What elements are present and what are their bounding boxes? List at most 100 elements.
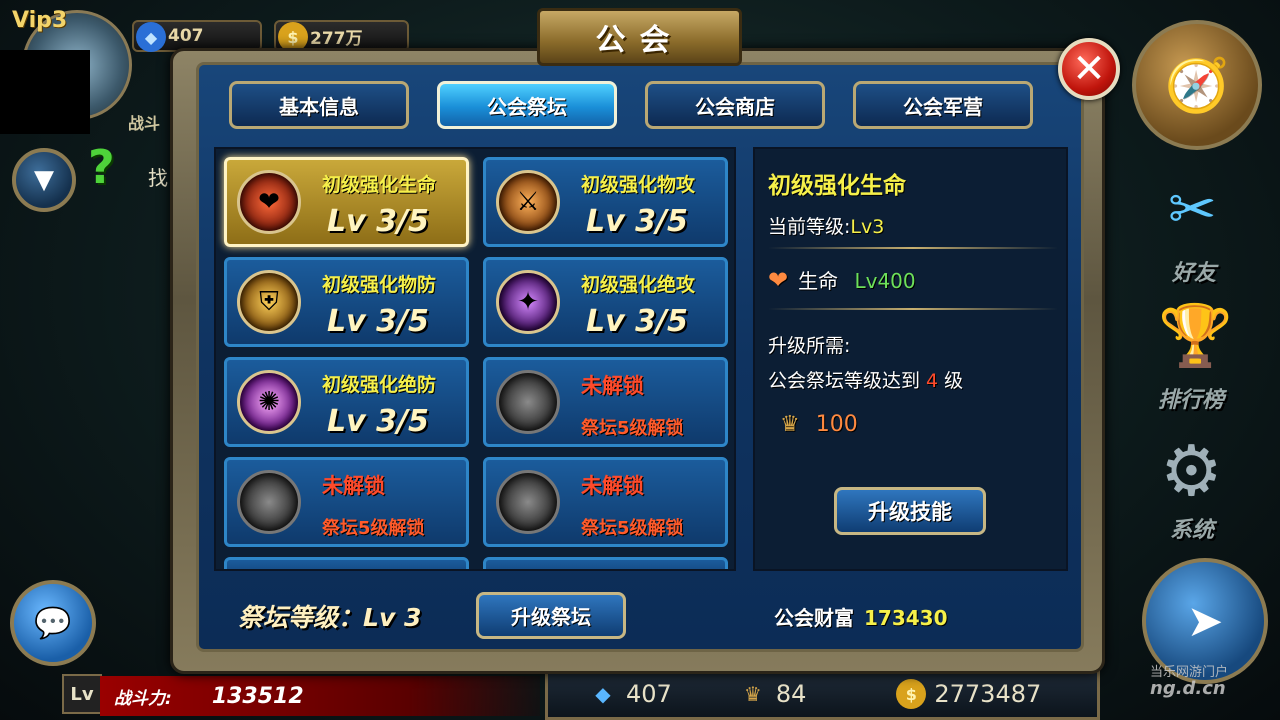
skill-level: Lv 3/5: [327, 204, 429, 239]
dialog-title: 公会: [595, 23, 684, 58]
bottom-badges-value: 84: [775, 680, 807, 708]
skill-card-partial[interactable]: [483, 557, 728, 569]
current-level-label: 当前等级:: [768, 216, 851, 238]
watermark-line2: ng.d.cn: [1150, 678, 1226, 699]
gold-coin-icon: $: [896, 679, 927, 709]
quest-text: 找: [148, 166, 168, 190]
divider: [768, 247, 1058, 249]
tab-guild-shop[interactable]: 公会商店: [645, 81, 825, 129]
bottom-gold: $ 2773487: [896, 679, 1041, 709]
unlock-requirement: 祭坛5级解锁: [581, 518, 684, 539]
requirement-level: 4: [926, 370, 939, 392]
bottom-gold-value: 2773487: [934, 680, 1042, 708]
tab-guild-altar[interactable]: 公会祭坛: [437, 81, 617, 129]
quest-help-icon[interactable]: ?: [88, 140, 115, 194]
battle-power-label: 战斗力:: [114, 688, 172, 709]
heart-icon: ❤: [768, 266, 789, 294]
skill-card-locked[interactable]: 未解锁 祭坛5级解锁: [483, 457, 728, 547]
altar-level-label: 祭坛等级：: [238, 603, 364, 632]
avatar-mask: [0, 50, 90, 134]
cost-value: 100: [815, 412, 858, 437]
gear-icon[interactable]: ⚙: [1160, 430, 1223, 512]
skill-list[interactable]: ❤ 初级强化生命 Lv 3/5 ⚔ 初级强化物攻 Lv 3/5 ⛨ 初级强化物防…: [214, 147, 736, 571]
diamond-icon: ◆: [136, 22, 166, 52]
heart-icon: ❤: [237, 170, 301, 234]
world-map-button[interactable]: 🧭: [1132, 20, 1262, 150]
magic-defense-icon: ✺: [237, 370, 301, 434]
shield-icon: ⛨: [237, 270, 301, 334]
expand-down-button[interactable]: ▼: [12, 148, 76, 212]
current-level: 当前等级:Lv3: [768, 212, 884, 239]
magic-attack-icon: ✦: [496, 270, 560, 334]
cost-row: ♛ 100: [780, 412, 858, 437]
skill-card-life[interactable]: ❤ 初级强化生命 Lv 3/5: [224, 157, 469, 247]
upgrade-altar-button[interactable]: 升级祭坛: [476, 592, 626, 639]
guild-badge-icon: ♛: [743, 682, 762, 706]
wealth-value: 173430: [864, 606, 948, 630]
locked-orb-icon: [496, 470, 560, 534]
gold-value: 277万: [310, 28, 363, 49]
battle-power-bar: 战斗力: 133512: [100, 676, 540, 716]
skill-card-locked[interactable]: 未解锁 祭坛5级解锁: [483, 357, 728, 447]
currency-bar: ◆ 407 ♛ 84 $ 2773487: [545, 668, 1100, 720]
diamond-value: 407: [168, 26, 204, 46]
tab-basic-info[interactable]: 基本信息: [229, 81, 409, 129]
skill-level: Lv 3/5: [327, 304, 429, 339]
scissors-icon[interactable]: ✂: [1168, 175, 1217, 243]
skill-name: 初级强化生命: [322, 174, 437, 196]
skill-name: 初级强化物攻: [581, 174, 696, 196]
skill-card-locked[interactable]: 未解锁 祭坛5级解锁: [224, 457, 469, 547]
close-button[interactable]: ✕: [1058, 38, 1120, 100]
skill-level: Lv 3/5: [586, 304, 688, 339]
skill-card-magic-defense[interactable]: ✺ 初级强化绝防 Lv 3/5: [224, 357, 469, 447]
altar-level-value: Lv 3: [363, 603, 422, 632]
skill-card-phys-attack[interactable]: ⚔ 初级强化物攻 Lv 3/5: [483, 157, 728, 247]
close-x-icon: ✕: [1072, 46, 1106, 92]
trophy-icon[interactable]: 🏆: [1158, 300, 1233, 371]
skill-card-magic-attack[interactable]: ✦ 初级强化绝攻 Lv 3/5: [483, 257, 728, 347]
skill-card-phys-defense[interactable]: ⛨ 初级强化物防 Lv 3/5: [224, 257, 469, 347]
bottom-diamonds-value: 407: [626, 680, 672, 708]
partial-label: 战斗: [128, 114, 161, 133]
upgrade-skill-button[interactable]: 升级技能: [834, 487, 986, 535]
chat-bubble-icon: 💬: [34, 605, 72, 641]
guild-badge-icon: ♛: [780, 412, 800, 437]
skill-name: 未解锁: [581, 474, 644, 498]
stat-value: Lv400: [854, 269, 916, 293]
chevron-down-icon: ▼: [34, 165, 54, 195]
map-compass-icon: 🧭: [1164, 55, 1230, 116]
unlock-requirement: 祭坛5级解锁: [581, 418, 684, 439]
ranking-label[interactable]: 排行榜: [1158, 382, 1224, 414]
game-screen: Vip3 ◆ 407 $ 277万 战斗 ▼ ? 找 💬 🧭 ✂ 好友 🏆 排行…: [0, 0, 1280, 720]
divider: [768, 308, 1058, 310]
skill-name: 初级强化绝防: [322, 374, 437, 396]
altar-level: 祭坛等级：Lv 3: [238, 598, 421, 634]
requirement-before: 公会祭坛等级达到: [768, 370, 921, 392]
guild-wealth: 公会财富 173430: [774, 602, 948, 631]
friends-label[interactable]: 好友: [1172, 255, 1216, 287]
skill-name: 初级强化绝攻: [581, 274, 696, 296]
system-label[interactable]: 系统: [1170, 512, 1214, 544]
level-badge: Lv: [62, 674, 102, 714]
bottom-badges: ♛ 84: [738, 679, 807, 709]
skill-name: 未解锁: [581, 374, 644, 398]
skill-card-partial[interactable]: [224, 557, 469, 569]
detail-title: 初级强化生命: [768, 173, 906, 199]
skill-level: Lv 3/5: [327, 404, 429, 439]
wealth-label: 公会财富: [774, 606, 854, 630]
bottom-diamonds: ◆ 407: [588, 679, 672, 709]
unlock-requirement: 祭坛5级解锁: [322, 518, 425, 539]
battle-power-value: 133512: [211, 683, 304, 709]
requirement-label: 升级所需:: [768, 335, 851, 357]
requirement-after: 级: [944, 370, 964, 392]
slash-attack-icon: ⚔: [496, 170, 560, 234]
tab-guild-barracks[interactable]: 公会军营: [853, 81, 1033, 129]
stat-name: 生命: [798, 269, 839, 293]
skill-name: 未解锁: [322, 474, 385, 498]
skill-level: Lv 3/5: [586, 204, 688, 239]
stat-row: ❤ 生命 Lv400: [768, 265, 916, 294]
skill-name: 初级强化物防: [322, 274, 437, 296]
chat-button[interactable]: 💬: [10, 580, 96, 666]
current-level-value: Lv3: [850, 216, 885, 238]
arrow-icon: ➤: [1186, 595, 1224, 647]
